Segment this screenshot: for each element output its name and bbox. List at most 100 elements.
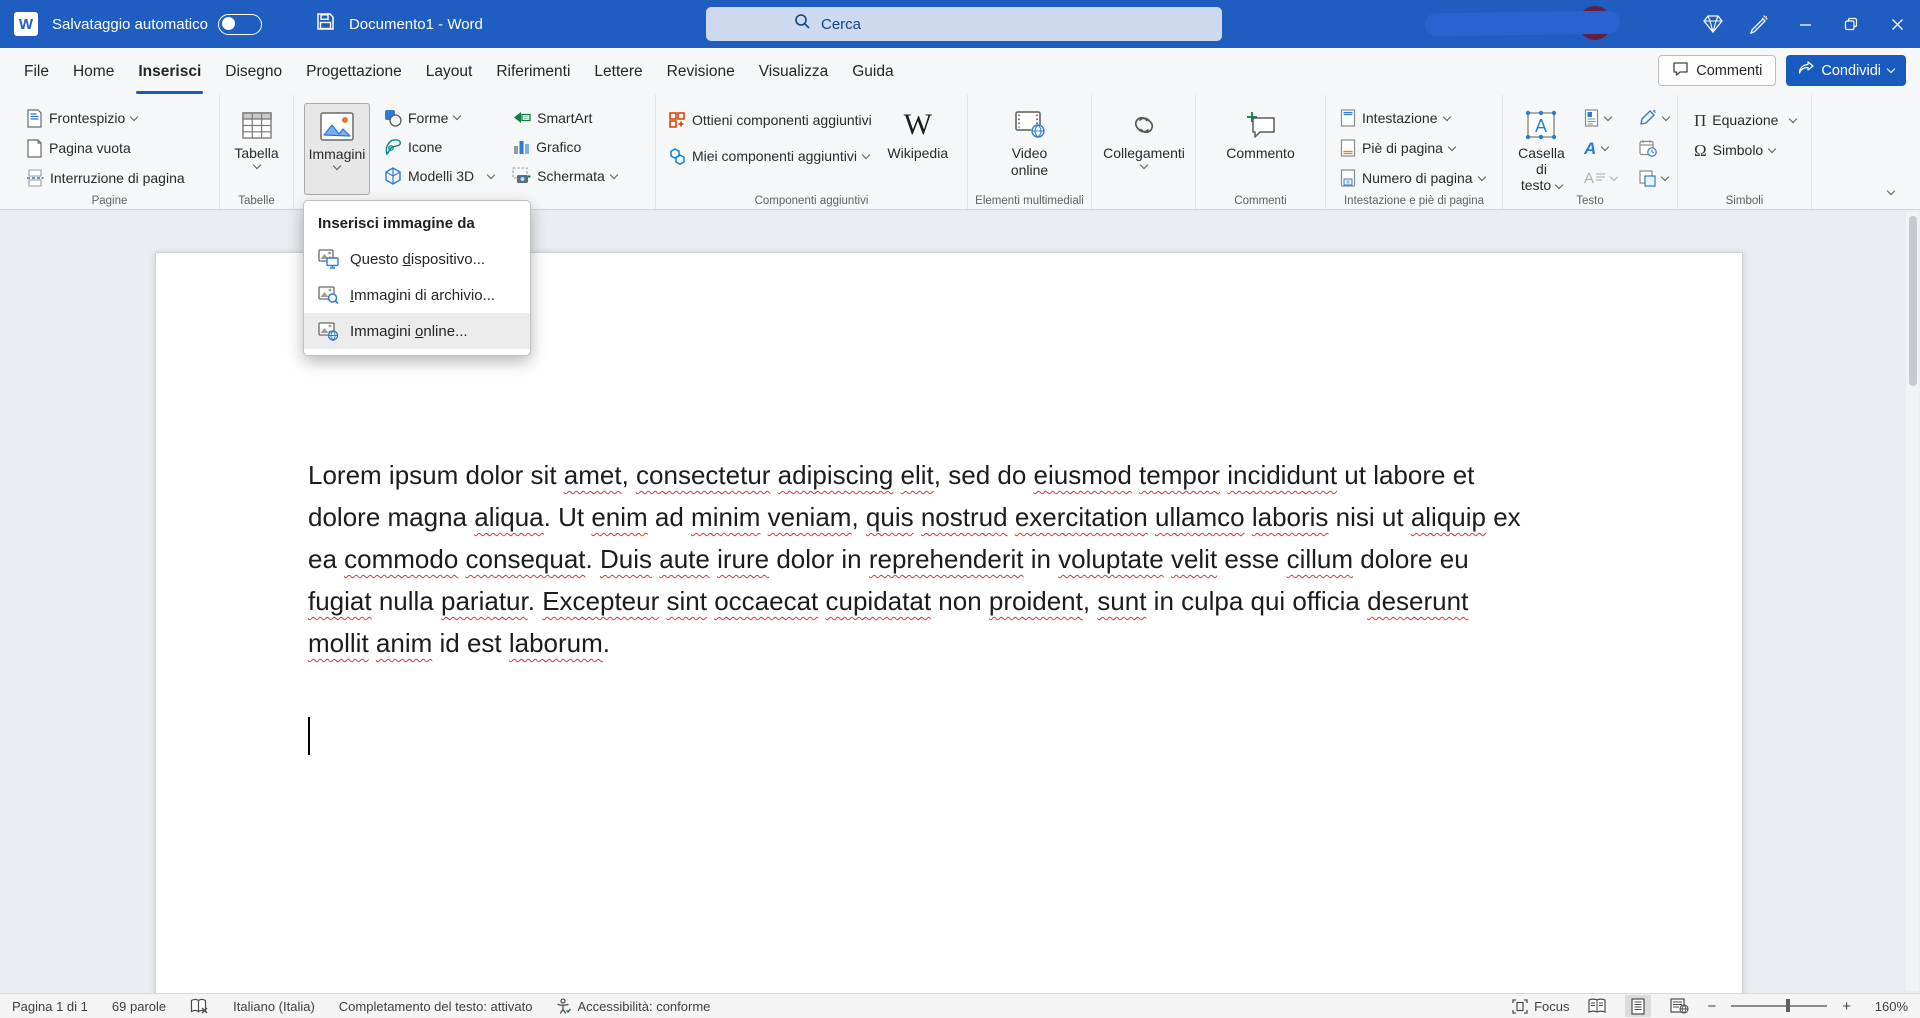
- capolettera-button[interactable]: A: [1580, 167, 1621, 189]
- signature-line-icon: [1639, 109, 1657, 127]
- commento-label: Commento: [1226, 146, 1294, 162]
- focus-label: Focus: [1534, 999, 1569, 1014]
- tab-visualizza[interactable]: Visualizza: [747, 48, 841, 95]
- scrollbar-thumb[interactable]: [1909, 216, 1917, 386]
- text-completion-status[interactable]: Completamento del testo: attivato: [339, 999, 533, 1014]
- accessibility-status[interactable]: Accessibilità: conforme: [556, 998, 710, 1014]
- footer-icon: [1340, 139, 1356, 157]
- blank-page-icon: [26, 139, 43, 158]
- read-mode-button[interactable]: [1584, 995, 1610, 1017]
- tab-layout[interactable]: Layout: [414, 48, 485, 95]
- word-count[interactable]: 69 parole: [112, 999, 166, 1014]
- document-title: Documento1 - Word: [349, 16, 483, 33]
- tab-lettere[interactable]: Lettere: [582, 48, 654, 95]
- group-illustrazioni: Immagini Forme Icone Modelli 3D SmartA: [294, 95, 656, 209]
- zoom-slider[interactable]: [1731, 1005, 1827, 1007]
- interruzione-pagina-button[interactable]: Interruzione di pagina: [22, 163, 215, 193]
- document-text-line[interactable]: dolore magna aliqua. Ut enim ad minim ve…: [308, 496, 1521, 538]
- tab-inserisci[interactable]: Inserisci: [126, 48, 213, 95]
- riga-di-firma-button[interactable]: [1635, 107, 1673, 129]
- share-button[interactable]: Condividi: [1786, 55, 1906, 86]
- zoom-in-button[interactable]: +: [1842, 998, 1851, 1015]
- zoom-slider-thumb[interactable]: [1786, 999, 1790, 1012]
- close-button[interactable]: [1874, 0, 1920, 48]
- casella-di-testo-button[interactable]: A Casella di testo: [1511, 103, 1572, 195]
- web-layout-button[interactable]: [1666, 995, 1692, 1017]
- tab-file[interactable]: File: [12, 48, 61, 95]
- tab-home[interactable]: Home: [61, 48, 126, 95]
- vertical-scrollbar[interactable]: [1906, 212, 1919, 991]
- coming-soon-megaphone-icon[interactable]: [1736, 0, 1782, 48]
- simbolo-button[interactable]: Ω Simbolo: [1690, 135, 1807, 165]
- menu-item-questo-dispositivo[interactable]: Questo dispositivo...: [304, 241, 530, 277]
- get-addins-icon: [668, 111, 686, 129]
- autosave-control[interactable]: Salvataggio automatico: [52, 14, 262, 35]
- collegamenti-button[interactable]: Collegamenti: [1096, 103, 1192, 195]
- premium-gem-icon[interactable]: [1690, 0, 1736, 48]
- zoom-level[interactable]: 160%: [1866, 999, 1908, 1014]
- ottieni-componenti-button[interactable]: Ottieni componenti aggiuntivi: [664, 105, 876, 135]
- document-text-line[interactable]: fugiat nulla pariatur. Excepteur sint oc…: [308, 580, 1521, 622]
- immagini-button[interactable]: Immagini: [304, 103, 370, 195]
- document-page[interactable]: Lorem ipsum dolor sit amet, consectetur …: [155, 252, 1743, 993]
- language[interactable]: Italiano (Italia): [233, 999, 315, 1014]
- pie-di-pagina-button[interactable]: Piè di pagina: [1336, 133, 1498, 163]
- wikipedia-button[interactable]: W Wikipedia: [882, 103, 954, 195]
- intestazione-button[interactable]: Intestazione: [1336, 103, 1498, 133]
- header-icon: [1340, 109, 1356, 127]
- wordart-button[interactable]: A: [1580, 137, 1621, 159]
- save-icon[interactable]: [316, 12, 335, 36]
- icone-button[interactable]: Icone: [380, 132, 498, 161]
- proofing-errors-icon[interactable]: [190, 998, 209, 1015]
- title-bar: W Salvataggio automatico Documento1 - Wo…: [0, 0, 1920, 48]
- group-label-simboli: Simboli: [1678, 195, 1811, 207]
- document-text[interactable]: Lorem ipsum dolor sit amet, consectetur …: [308, 454, 1521, 664]
- document-text-line[interactable]: Lorem ipsum dolor sit amet, consectetur …: [308, 454, 1521, 496]
- oggetto-button[interactable]: [1635, 167, 1673, 189]
- smartart-button[interactable]: SmartArt: [508, 103, 621, 132]
- menu-item-immagini-online[interactable]: Immagini online...: [304, 313, 530, 349]
- print-layout-button[interactable]: [1625, 995, 1651, 1017]
- table-icon: [242, 107, 272, 143]
- search-box[interactable]: [706, 7, 1222, 41]
- pagina-vuota-button[interactable]: Pagina vuota: [22, 133, 215, 163]
- tab-disegno[interactable]: Disegno: [213, 48, 294, 95]
- document-canvas[interactable]: Lorem ipsum dolor sit amet, consectetur …: [0, 210, 1920, 993]
- focus-mode-button[interactable]: Focus: [1512, 999, 1569, 1014]
- document-text-line[interactable]: ea commodo consequat. Duis aute irure do…: [308, 538, 1521, 580]
- grafico-button[interactable]: Grafico: [508, 132, 621, 161]
- equazione-button[interactable]: Π Equazione: [1690, 105, 1807, 135]
- zoom-out-button[interactable]: −: [1707, 998, 1716, 1015]
- video-online-button[interactable]: Video online: [995, 103, 1065, 195]
- tabella-button[interactable]: Tabella: [224, 103, 289, 195]
- forme-button[interactable]: Forme: [380, 103, 498, 132]
- schermata-button[interactable]: Schermata: [508, 162, 621, 191]
- autosave-toggle[interactable]: [218, 14, 262, 35]
- menu-item-immagini-di-archivio[interactable]: Immagini di archivio...: [304, 277, 530, 313]
- parti-rapide-button[interactable]: [1580, 107, 1621, 129]
- tab-guida[interactable]: Guida: [840, 48, 905, 95]
- page-count[interactable]: Pagina 1 di 1: [12, 999, 88, 1014]
- numero-di-pagina-button[interactable]: # Numero di pagina: [1336, 163, 1498, 193]
- forme-label: Forme: [408, 110, 448, 126]
- document-text-line[interactable]: mollit anim id est laborum.: [308, 622, 1521, 664]
- comments-button[interactable]: Commenti: [1658, 55, 1776, 86]
- tab-progettazione[interactable]: Progettazione: [294, 48, 414, 95]
- schermata-label: Schermata: [537, 168, 605, 184]
- commento-button[interactable]: Commento: [1216, 103, 1306, 195]
- data-e-ora-button[interactable]: [1635, 137, 1673, 159]
- restore-button[interactable]: [1828, 0, 1874, 48]
- tab-revisione[interactable]: Revisione: [655, 48, 747, 95]
- numero-di-pagina-label: Numero di pagina: [1362, 170, 1473, 186]
- minimize-button[interactable]: [1782, 0, 1828, 48]
- search-input[interactable]: [821, 16, 1151, 33]
- tab-riferimenti[interactable]: Riferimenti: [484, 48, 582, 95]
- ribbon-tab-row: File Home Inserisci Disegno Progettazion…: [0, 48, 1920, 95]
- insert-picture-dropdown: Inserisci immagine da Questo dispositivo…: [303, 200, 531, 356]
- modelli-3d-button[interactable]: Modelli 3D: [380, 162, 498, 191]
- word-app-icon[interactable]: W: [14, 12, 38, 36]
- frontespizio-button[interactable]: Frontespizio: [22, 103, 215, 133]
- group-label-componenti: Componenti aggiuntivi: [656, 195, 967, 207]
- miei-componenti-button[interactable]: Miei componenti aggiuntivi: [664, 141, 876, 171]
- collapse-ribbon-button[interactable]: [1888, 181, 1894, 199]
